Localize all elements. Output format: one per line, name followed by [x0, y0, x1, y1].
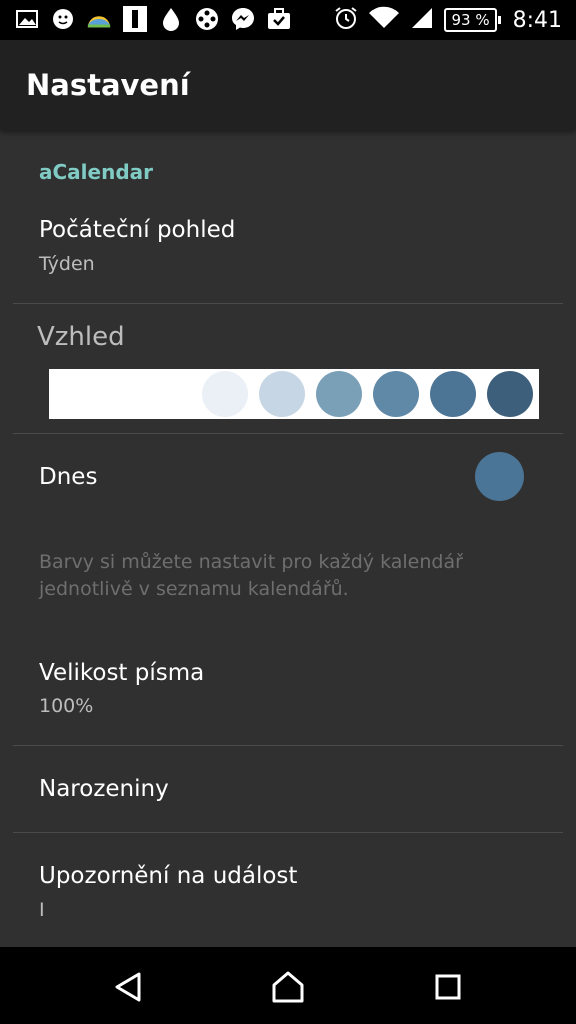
pref-start-view-summary: Týden [39, 253, 95, 275]
color-swatch[interactable] [373, 371, 419, 417]
today-color-indicator[interactable] [475, 452, 524, 501]
avatar-icon [50, 6, 76, 32]
wifi-icon [368, 6, 400, 34]
color-swatch[interactable] [145, 371, 191, 417]
colors-hint-text: Barvy si můžete nastavit pro každý kalen… [39, 551, 463, 600]
color-swatch[interactable] [259, 371, 305, 417]
color-swatch[interactable] [316, 371, 362, 417]
alarm-icon [334, 6, 358, 34]
navigation-bar [0, 947, 576, 1024]
pref-birthdays-title: Narozeniny [39, 776, 169, 802]
pref-event-alert-title: Upozornění na událost [39, 863, 298, 889]
pref-font-size-title: Velikost písma [39, 660, 205, 686]
color-swatch[interactable] [430, 371, 476, 417]
news-icon [122, 6, 148, 32]
category-header: aCalendar [39, 160, 154, 184]
weather-icon [86, 6, 112, 32]
film-icon [194, 6, 220, 32]
signal-icon [410, 6, 434, 34]
pref-event-alert-summary: I [39, 899, 45, 921]
pref-today-title: Dnes [39, 464, 98, 490]
color-swatch[interactable] [202, 371, 248, 417]
divider [13, 303, 563, 304]
battery-indicator: 93 % [444, 8, 501, 32]
app-bar: Nastavení [0, 40, 576, 130]
drop-icon [158, 6, 184, 32]
home-icon[interactable] [268, 967, 308, 1007]
back-icon[interactable] [108, 967, 148, 1007]
status-bar: 93 % 8:41 [0, 0, 576, 40]
settings-list[interactable]: aCalendar Počáteční pohled Týden Vzhled … [0, 130, 576, 947]
task-icon [266, 6, 292, 32]
pref-font-size[interactable]: Velikost písma 100% [0, 630, 576, 745]
messenger-icon [230, 6, 256, 32]
appearance-title: Vzhled [37, 322, 125, 352]
clock: 8:41 [512, 7, 562, 33]
pref-start-view[interactable]: Počáteční pohled Týden [0, 190, 576, 303]
pref-birthdays[interactable]: Narozeniny [0, 746, 576, 832]
pref-event-alert[interactable]: Upozornění na událost I [0, 833, 576, 947]
pref-start-view-title: Počáteční pohled [39, 217, 236, 243]
recents-icon[interactable] [428, 967, 468, 1007]
color-swatch-strip[interactable] [49, 369, 539, 419]
page-title: Nastavení [26, 68, 190, 102]
gallery-icon [14, 6, 40, 32]
color-swatch[interactable] [487, 371, 533, 417]
pref-font-size-summary: 100% [39, 695, 94, 717]
